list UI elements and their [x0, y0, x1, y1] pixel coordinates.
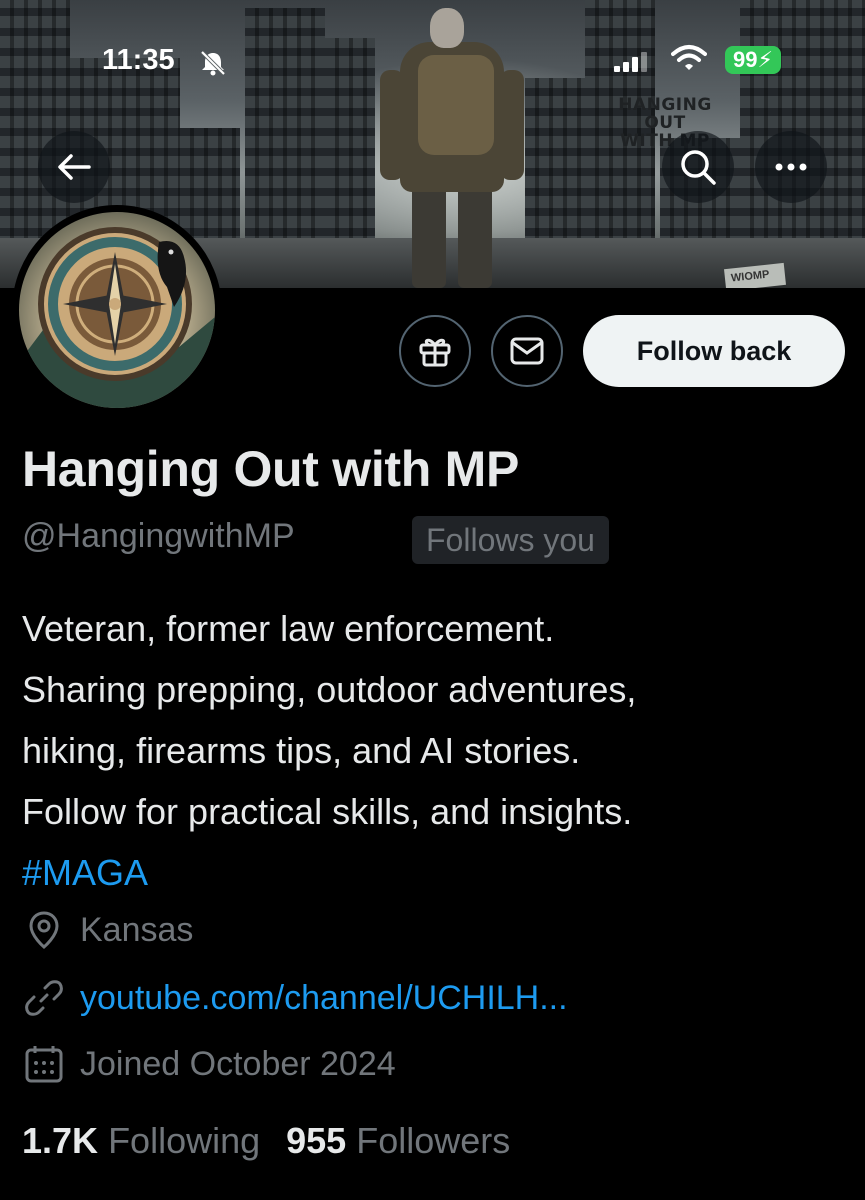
hashtag-link[interactable]: #MAGA: [22, 852, 148, 893]
bio-line: Follow for practical skills, and insight…: [22, 791, 633, 832]
profile-name: Hanging Out with MP: [22, 441, 520, 497]
profile-handle: @HangingwithMP: [22, 517, 295, 555]
battery-indicator: 99⚡: [725, 46, 781, 74]
search-button[interactable]: [662, 131, 734, 203]
back-button[interactable]: [38, 131, 110, 203]
avatar-image: [19, 212, 215, 408]
more-button[interactable]: [755, 131, 827, 203]
location-row: Kansas: [22, 908, 193, 952]
status-bar: 11:35 99⚡: [0, 0, 865, 120]
bio-line: hiking, firearms tips, and AI stories.: [22, 730, 581, 771]
profile-bio: Veteran, former law enforcement. Sharing…: [22, 598, 852, 903]
search-icon: [681, 150, 716, 185]
bell-slash-icon: [200, 50, 226, 76]
signal-icon: [614, 52, 647, 72]
joined-text: Joined October 2024: [80, 1044, 396, 1083]
follow-back-button[interactable]: Follow back: [583, 315, 845, 387]
website-row: youtube.com/channel/UCHILH...: [22, 976, 568, 1020]
message-button[interactable]: [491, 315, 563, 387]
envelope-icon: [510, 337, 544, 365]
wifi-icon: [671, 45, 707, 70]
battery-percent: 99: [733, 47, 758, 72]
bio-line: Veteran, former law enforcement.: [22, 608, 555, 649]
calendar-icon: [22, 1042, 66, 1086]
status-time: 11:35: [102, 44, 175, 76]
joined-row: Joined October 2024: [22, 1042, 396, 1086]
gift-icon: [419, 338, 451, 367]
more-horizontal-icon: [775, 163, 807, 171]
follow-stats: 1.7K Following 955 Followers: [22, 1120, 510, 1162]
follows-you-badge: Follows you: [412, 516, 609, 564]
compass-emblem: [19, 227, 215, 408]
following-label: Following: [108, 1120, 261, 1161]
following-count: 1.7K: [22, 1120, 99, 1161]
location-text: Kansas: [80, 910, 194, 949]
gift-button[interactable]: [399, 315, 471, 387]
following-stat[interactable]: 1.7K Following: [22, 1120, 260, 1162]
bio-line: Sharing prepping, outdoor adventures,: [22, 669, 637, 710]
website-link[interactable]: youtube.com/channel/UCHILH...: [80, 979, 568, 1018]
followers-stat[interactable]: 955 Followers: [286, 1120, 510, 1162]
arrow-left-icon: [58, 154, 91, 180]
battery-charging-icon: ⚡: [757, 47, 773, 72]
link-icon: [22, 976, 66, 1020]
followers-label: Followers: [356, 1120, 511, 1161]
followers-count: 955: [286, 1120, 347, 1161]
avatar[interactable]: [12, 205, 222, 415]
location-pin-icon: [22, 908, 66, 952]
